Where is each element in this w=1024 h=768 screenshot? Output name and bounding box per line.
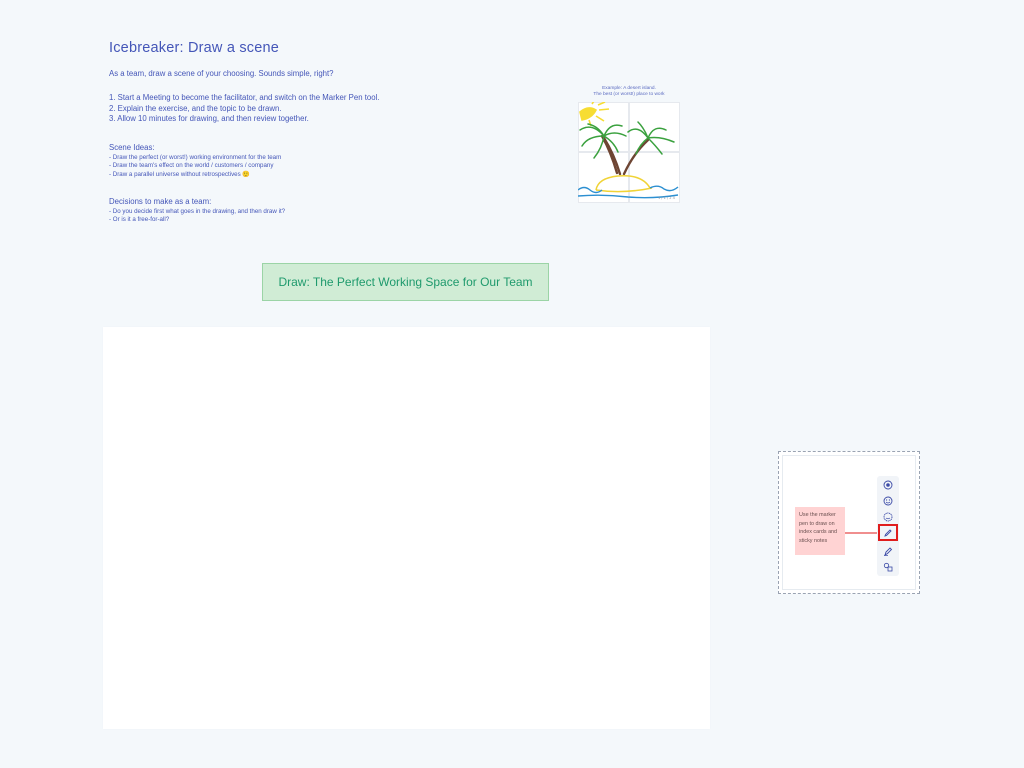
scene-ideas-heading: Scene Ideas: — [109, 143, 155, 152]
step-item: 3. Allow 10 minutes for drawing, and the… — [109, 114, 309, 124]
reaction-icon[interactable] — [883, 480, 893, 490]
steps-list: 1. Start a Meeting to become the facilit… — [109, 93, 379, 125]
page-title: Icebreaker: Draw a scene — [109, 40, 280, 56]
scene-idea-item: - Draw the team's effect on the world / … — [109, 162, 274, 170]
example-caption-line2: The best (or worst!) place to work — [593, 92, 665, 97]
scene-idea-item: - Draw a parallel universe without retro… — [109, 170, 251, 178]
example-corner-label: 1 / 1 / 2 4 — [658, 196, 676, 200]
draw-topic-label: Draw: The Perfect Working Space for Our … — [278, 275, 533, 289]
shapes-icon[interactable] — [883, 562, 893, 572]
instruction-sticky-note[interactable]: Use the marker pen to draw on index card… — [795, 507, 845, 555]
decision-item: - Or is it a free-for-all? — [109, 216, 170, 224]
marker-pen-help-card[interactable]: Use the marker pen to draw on index card… — [778, 451, 920, 594]
draw-topic-banner[interactable]: Draw: The Perfect Working Space for Our … — [262, 263, 549, 301]
drawing-canvas[interactable] — [103, 327, 710, 729]
scene-idea-item: - Draw the perfect (or worst!) working e… — [109, 154, 282, 161]
marker-pen-highlight — [878, 524, 898, 541]
example-caption: Example: A desert island. The best (or w… — [578, 86, 680, 98]
instruction-note-text: Use the marker pen to draw on index card… — [799, 512, 838, 544]
decision-item: - Do you decide first what goes in the d… — [109, 208, 286, 215]
decisions: Decisions to make as a team: - Do you de… — [109, 197, 285, 225]
intro-text: As a team, draw a scene of your choosing… — [109, 69, 334, 78]
step-item: 1. Start a Meeting to become the facilit… — [109, 93, 380, 102]
scene-ideas: Scene Ideas: - Draw the perfect (or wors… — [109, 143, 281, 179]
highlighter-icon[interactable] — [883, 546, 893, 556]
smiley-icon[interactable] — [883, 512, 893, 522]
pointer-line — [845, 532, 879, 534]
example-drawing[interactable]: 1 / 1 / 2 4 — [577, 100, 680, 203]
index-card-grid — [578, 102, 680, 203]
meeting-toolbar — [877, 476, 899, 576]
step-item: 2. Explain the exercise, and the topic t… — [109, 103, 282, 113]
emoji-icon[interactable] — [883, 496, 893, 506]
decisions-heading: Decisions to make as a team: — [109, 197, 212, 206]
